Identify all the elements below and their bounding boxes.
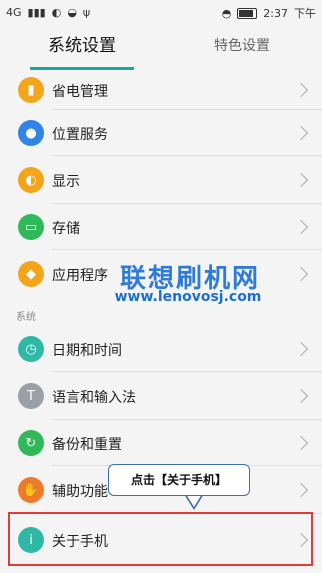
list-item-date-time[interactable]: ◷ 日期和时间 <box>0 326 322 372</box>
chevron-right-icon <box>293 341 309 357</box>
list-item-storage[interactable]: ▭ 存储 <box>0 204 322 250</box>
location-icon: ● <box>18 120 44 146</box>
tab-special-settings[interactable]: 特色设置 <box>186 26 298 70</box>
item-label: 日期和时间 <box>52 343 122 359</box>
chevron-right-icon <box>293 388 309 404</box>
item-label: 辅助功能 <box>52 484 108 500</box>
item-label: 位置服务 <box>52 127 108 143</box>
status-bar: 4G ▮▮▮ ◐ ◒ ψ ◓ 2:37 下午 <box>0 0 322 26</box>
section-header-system: 系统 <box>16 312 36 323</box>
watermark-url: www.lenovosj.com <box>114 289 262 305</box>
list-item-language-input[interactable]: T 语言和输入法 <box>0 372 322 420</box>
settings-tabs: 系统设置 特色设置 <box>0 26 322 70</box>
usb-icon: ψ <box>82 6 91 19</box>
chevron-right-icon <box>293 172 309 188</box>
item-label: 省电管理 <box>52 84 108 100</box>
chevron-right-icon <box>293 125 309 141</box>
clock-time: 2:37 <box>263 6 288 20</box>
callout-annotation: 点击【关于手机】 <box>108 464 250 496</box>
list-item-display[interactable]: ◐ 显示 <box>0 156 322 204</box>
status-left: 4G ▮▮▮ ◐ ◒ ψ <box>6 6 90 19</box>
chevron-right-icon <box>293 82 309 98</box>
battery-status-icon <box>237 7 258 19</box>
chevron-right-icon <box>293 435 309 451</box>
chevron-right-icon <box>293 266 309 282</box>
wifi-icon: ◒ <box>67 6 77 19</box>
clock-icon: ◷ <box>18 336 44 362</box>
refresh-icon: ↻ <box>18 430 44 456</box>
tab-system-settings[interactable]: 系统设置 <box>24 26 140 70</box>
highlight-box <box>8 512 313 566</box>
chevron-right-icon <box>293 219 309 235</box>
clock-ampm: 下午 <box>294 7 316 20</box>
text-icon: T <box>18 383 44 409</box>
chevron-right-icon <box>293 482 309 498</box>
hand-icon: ✋ <box>18 477 44 503</box>
item-label: 备份和重置 <box>52 437 122 453</box>
item-label: 语言和输入法 <box>52 390 136 406</box>
battery-icon: ▮ <box>18 77 44 103</box>
wifi-status-icon: ◓ <box>221 6 232 20</box>
status-right: ◓ 2:37 下午 <box>222 5 316 21</box>
network-text: 4G <box>6 6 22 19</box>
android-icon: ◆ <box>18 261 44 287</box>
wechat-icon: ◐ <box>51 6 62 19</box>
list-item-location[interactable]: ● 位置服务 <box>0 110 322 156</box>
signal-icon: ▮▮▮ <box>27 6 46 19</box>
item-label: 显示 <box>52 174 80 190</box>
brightness-icon: ◐ <box>18 167 44 193</box>
list-item-backup-reset[interactable]: ↻ 备份和重置 <box>0 420 322 466</box>
list-item-power[interactable]: ▮ 省电管理 <box>0 70 322 110</box>
storage-icon: ▭ <box>18 214 44 240</box>
item-label: 存储 <box>52 221 80 237</box>
